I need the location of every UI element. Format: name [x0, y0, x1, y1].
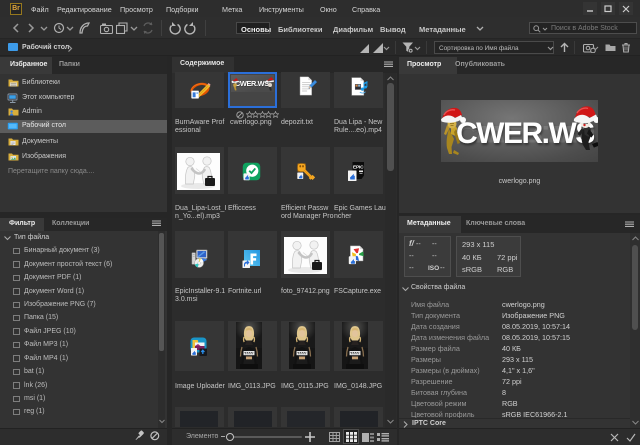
- svg-text:EPIC: EPIC: [353, 165, 364, 171]
